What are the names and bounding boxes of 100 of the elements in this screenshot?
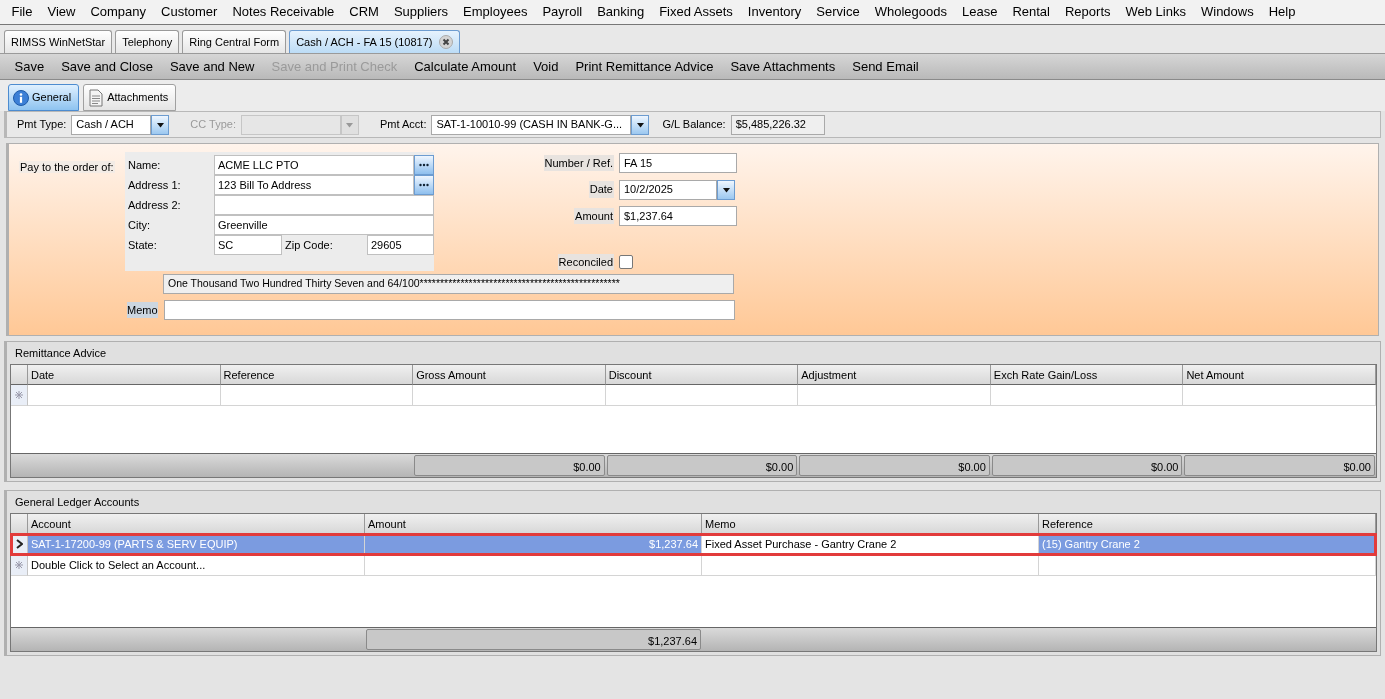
field-label: Pmt Type:	[17, 117, 67, 133]
pane-title: General Ledger Accounts	[14, 495, 141, 510]
close-icon[interactable]	[438, 35, 453, 49]
column-header[interactable]: Adjustment	[798, 365, 991, 385]
form-tab[interactable]: General	[8, 84, 80, 111]
lookup-button[interactable]	[414, 175, 434, 195]
menu-item[interactable]: Rental	[1004, 2, 1058, 22]
menu-item[interactable]: Suppliers	[386, 2, 456, 22]
dropdown-button[interactable]	[717, 179, 735, 200]
total-field: $0.00	[1184, 455, 1375, 476]
column-header[interactable]: Memo	[702, 514, 1039, 534]
field-label: Pmt Acct:	[380, 117, 427, 133]
amount-in-words-field: One Thousand Two Hundred Thirty Seven and 64/100*************************************************	[163, 274, 734, 294]
text-field[interactable]: 29605	[367, 235, 434, 255]
menu-item[interactable]: Lease	[954, 2, 1005, 22]
more-icon	[419, 163, 429, 167]
menu-item[interactable]: CRM	[341, 2, 387, 22]
row-header[interactable]	[11, 534, 28, 555]
text-field[interactable]: $1,237.64	[619, 206, 737, 227]
field-label: CC Type:	[190, 117, 236, 133]
menu-item[interactable]: Service	[808, 2, 868, 22]
document-tab[interactable]: Ring Central Form	[182, 30, 287, 53]
table-row[interactable]: SAT-1-17200-99 (PARTS & SERV EQUIP) $1,237.64 Fixed Asset Purchase - Gantry Crane 2 (15) Gantry Crane 2	[11, 534, 1376, 555]
text-field[interactable]: Greenville	[214, 215, 434, 235]
menu-item[interactable]: Customer	[153, 2, 225, 22]
toolbar-button[interactable]: Calculate Amount	[405, 56, 525, 77]
toolbar-button[interactable]: Save and Close	[52, 56, 162, 77]
field-label: Pay to the order of:	[19, 161, 115, 173]
text-field[interactable]	[214, 195, 434, 215]
payment-type-dropdown[interactable]: Cash / ACH	[71, 114, 152, 135]
field-label: Address 1:	[127, 177, 182, 193]
field-label: Date	[588, 181, 614, 198]
total-field: $0.00	[799, 455, 990, 476]
toolbar-button[interactable]: Print Remittance Advice	[566, 56, 722, 77]
field-label: G/L Balance:	[662, 117, 726, 133]
field-label: Amount	[574, 208, 614, 225]
menu-item[interactable]: File	[4, 2, 40, 22]
field-label: Reconciled	[557, 253, 614, 271]
document-tab[interactable]: Cash / ACH - FA 15 (10817)	[289, 30, 460, 53]
form-tab[interactable]: Attachments	[83, 84, 177, 111]
menu-item[interactable]: Company	[82, 2, 154, 22]
column-header[interactable]: Account	[28, 514, 365, 534]
column-header[interactable]: Reference	[220, 365, 414, 385]
text-field[interactable]: FA 15	[619, 152, 737, 173]
document-icon	[88, 88, 105, 107]
new-row-icon	[15, 561, 23, 569]
column-header[interactable]: Date	[28, 365, 221, 385]
checkbox[interactable]	[619, 254, 633, 269]
dropdown-arrow-icon	[345, 121, 355, 128]
text-field[interactable]: 123 Bill To Address	[214, 175, 414, 195]
toolbar-button[interactable]: Save Attachments	[721, 56, 844, 77]
menu-item[interactable]: Inventory	[740, 2, 809, 22]
total-field: $1,237.64	[366, 629, 701, 650]
menu-item[interactable]: Web Links	[1118, 2, 1194, 22]
column-header[interactable]: Gross Amount	[413, 365, 606, 385]
field-label: State:	[127, 237, 158, 253]
column-header[interactable]: Net Amount	[1183, 365, 1376, 385]
info-icon	[13, 89, 29, 106]
text-field[interactable]: SC	[214, 235, 282, 255]
total-field: $0.00	[606, 455, 798, 476]
table-cell: Fixed Asset Purchase - Gantry Crane 2	[702, 534, 1039, 555]
date-field[interactable]: 10/2/2025	[619, 179, 717, 200]
column-header[interactable]: Reference	[1039, 514, 1376, 534]
menu-item[interactable]: Notes Receivable	[224, 2, 342, 22]
table-cell: Double Click to Select an Account...	[28, 555, 365, 576]
column-header[interactable]: Discount	[605, 365, 799, 385]
menu-item[interactable]: View	[39, 2, 83, 22]
toolbar-button[interactable]: Void	[524, 56, 567, 77]
text-field[interactable]: ACME LLC PTO	[214, 155, 414, 175]
payment-account-dropdown[interactable]: SAT-1-10010-99 (CASH IN BANK-G...	[431, 114, 632, 135]
field-label: Zip Code:	[284, 237, 334, 253]
column-header[interactable]: Amount	[365, 514, 702, 534]
toolbar-button[interactable]: Save and New	[161, 56, 263, 77]
menu-item[interactable]: Fixed Assets	[651, 2, 741, 22]
field-label: Number / Ref.	[543, 154, 614, 172]
document-tab[interactable]: RIMSS WinNetStar	[4, 30, 113, 53]
menu-item[interactable]: Employees	[455, 2, 535, 22]
dropdown-button[interactable]	[631, 114, 650, 135]
field-label: Memo	[127, 301, 158, 319]
toolbar-button[interactable]: Send Email	[843, 56, 928, 77]
lookup-button[interactable]	[414, 155, 434, 175]
menu-item[interactable]: Help	[1261, 2, 1303, 22]
menu-item[interactable]: Reports	[1057, 2, 1118, 22]
total-field: $0.00	[414, 455, 605, 476]
header-corner	[11, 514, 28, 534]
dropdown-arrow-icon	[155, 121, 165, 128]
menu-item[interactable]: Windows	[1193, 2, 1262, 22]
menu-item[interactable]: Banking	[589, 2, 652, 22]
column-header[interactable]: Exch Rate Gain/Loss	[990, 365, 1184, 385]
toolbar-button[interactable]: Save	[6, 56, 53, 77]
menu-item[interactable]: Wholegoods	[867, 2, 955, 22]
table-cell: $1,237.64	[365, 534, 702, 555]
document-tab[interactable]: Telephony	[115, 30, 180, 53]
dropdown-arrow-icon	[635, 121, 645, 128]
more-icon	[419, 183, 429, 187]
balance-field: $5,485,226.32	[730, 114, 825, 135]
menu-item[interactable]: Payroll	[534, 2, 590, 22]
table-cell: SAT-1-17200-99 (PARTS & SERV EQUIP)	[28, 534, 365, 555]
memo-field[interactable]	[163, 300, 735, 320]
dropdown-button[interactable]	[151, 114, 170, 135]
